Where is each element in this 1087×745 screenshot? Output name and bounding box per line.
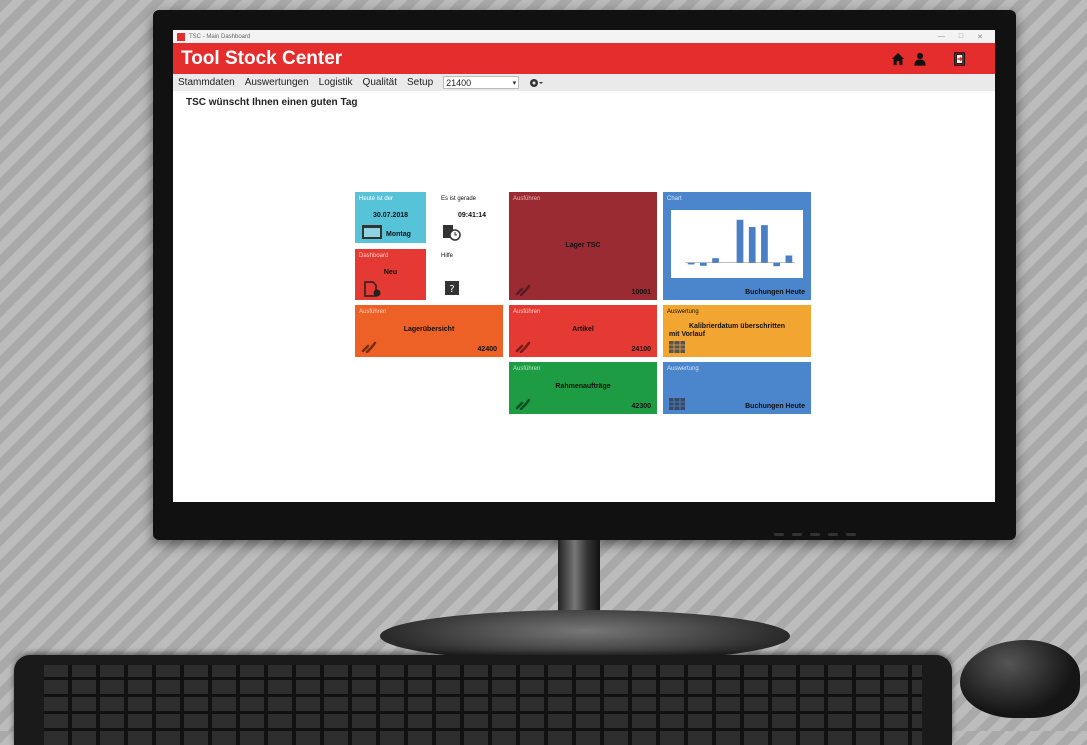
link-icon [361, 341, 377, 353]
tile-kalibrierdatum[interactable]: Auswertung Kalibrierdatum überschritten … [663, 305, 811, 357]
tile-help[interactable]: Hilfe ? [437, 249, 507, 300]
menu-qualitaet[interactable]: Qualität [363, 77, 397, 88]
tile-rahmen-number: 42300 [631, 403, 651, 410]
link-icon [515, 341, 531, 353]
tile-artikel-label: Artikel [572, 326, 594, 333]
app-logo-icon [177, 32, 185, 41]
tile-lager-caption: Ausführen [513, 196, 541, 202]
clock-document-icon [443, 225, 461, 241]
logout-icon[interactable] [953, 51, 967, 66]
tile-kalibrier-label-1: Kalibrierdatum überschritten [688, 323, 786, 330]
new-document-icon [364, 281, 381, 297]
chart-bar-1 [699, 262, 707, 266]
minimize-button[interactable]: — [938, 33, 945, 41]
app-header: Tool Stock Center [173, 43, 995, 74]
chevron-down-icon: ▾ [512, 79, 517, 87]
maximize-button[interactable]: □ [959, 33, 963, 41]
header-icons [891, 51, 995, 66]
tile-rahmenauftraege[interactable]: Ausführen Rahmenaufträge 42300 [509, 362, 657, 414]
help-book-icon: ? [445, 281, 459, 295]
settings-dropdown-icon[interactable] [529, 78, 544, 88]
screen: TSC - Main Dashboard — □ ✕ Tool Stock Ce… [173, 30, 995, 502]
chart-bar-5 [748, 226, 756, 263]
tile-buchungen-heute[interactable]: Auswertung Buchungen Heute [663, 362, 811, 414]
tile-lageruebersicht-number: 42400 [477, 346, 497, 353]
tile-date-weekday: Montag [386, 231, 411, 238]
monitor: TSC - Main Dashboard — □ ✕ Tool Stock Ce… [153, 10, 1016, 540]
tile-lageruebersicht-caption: Ausführen [359, 309, 387, 315]
link-icon [515, 284, 531, 296]
tile-help-caption: Hilfe [441, 253, 454, 259]
calendar-icon [362, 225, 382, 239]
tile-lager-label: Lager TSC [565, 242, 601, 249]
user-icon[interactable] [913, 52, 927, 66]
tile-chart[interactable]: Chart Buchungen Heute [663, 192, 811, 300]
location-combobox[interactable]: 21400 ▾ [443, 76, 520, 89]
tile-chart-footer: Buchungen Heute [745, 289, 805, 296]
mouse [960, 640, 1080, 718]
menu-logistik[interactable]: Logistik [319, 77, 353, 88]
tile-buchungen-footer: Buchungen Heute [745, 403, 805, 410]
chart-bar-6 [761, 225, 768, 263]
close-button[interactable]: ✕ [977, 33, 983, 41]
menu-setup[interactable]: Setup [407, 77, 433, 88]
chart-bar-2 [712, 258, 719, 263]
chart-bar-8 [785, 255, 793, 263]
bookings-bar-chart [671, 210, 803, 278]
keyboard [14, 655, 952, 745]
monitor-buttons [774, 533, 856, 536]
link-icon [515, 398, 531, 410]
tile-date-value: 30.07.2018 [372, 212, 409, 219]
svg-text:?: ? [449, 284, 454, 295]
tile-date: Heute ist der 30.07.2018 Montag [355, 192, 426, 243]
tile-lager-number: 10001 [631, 289, 651, 296]
tile-rahmen-label: Rahmenaufträge [555, 383, 611, 390]
tile-buchungen-caption: Auswertung [667, 366, 699, 372]
tile-dashboard-caption: Dashboard [359, 253, 389, 259]
table-icon [669, 398, 685, 410]
home-icon[interactable] [891, 52, 905, 66]
tile-time-value: 09:41:14 [457, 212, 487, 219]
tile-dashboard-label: Neu [383, 269, 398, 276]
tile-rahmen-caption: Ausführen [513, 366, 541, 372]
tile-artikel-number: 24100 [631, 346, 651, 353]
app-title: Tool Stock Center [181, 47, 343, 69]
tile-artikel[interactable]: Ausführen Artikel 24100 [509, 305, 657, 357]
tile-kalibrier-label-2: mit Vorlauf [669, 331, 706, 338]
window-titlebar: TSC - Main Dashboard — □ ✕ [173, 30, 995, 43]
combobox-value: 21400 [446, 77, 472, 88]
menu-auswertungen[interactable]: Auswertungen [245, 77, 309, 88]
tile-time-caption: Es ist gerade [441, 196, 477, 202]
table-icon [669, 341, 685, 353]
tile-lageruebersicht-label: Lagerübersicht [403, 326, 455, 333]
chart-bar-0 [687, 262, 695, 265]
window-controls: — □ ✕ [938, 33, 995, 41]
window-title: TSC - Main Dashboard [189, 33, 251, 40]
chart-bar-4 [736, 219, 744, 263]
menu-bar: Stammdaten Auswertungen Logistik Qualitä… [173, 74, 995, 91]
tile-dashboard-new[interactable]: Dashboard Neu [355, 249, 426, 300]
greeting-text: TSC wünscht Ihnen einen guten Tag [186, 97, 358, 108]
tile-lageruebersicht[interactable]: Ausführen Lagerübersicht 42400 [355, 305, 503, 357]
tile-date-caption: Heute ist der [359, 196, 394, 202]
tile-chart-caption: Chart [667, 196, 682, 202]
menu-stammdaten[interactable]: Stammdaten [178, 77, 235, 88]
tile-time: Es ist gerade 09:41:14 [437, 192, 507, 243]
tile-kalibrier-caption: Auswertung [667, 309, 699, 315]
tile-artikel-caption: Ausführen [513, 309, 541, 315]
tile-lager-tsc[interactable]: Ausführen Lager TSC 10001 [509, 192, 657, 300]
monitor-stand-neck [558, 540, 600, 620]
chart-bar-7 [773, 262, 781, 267]
